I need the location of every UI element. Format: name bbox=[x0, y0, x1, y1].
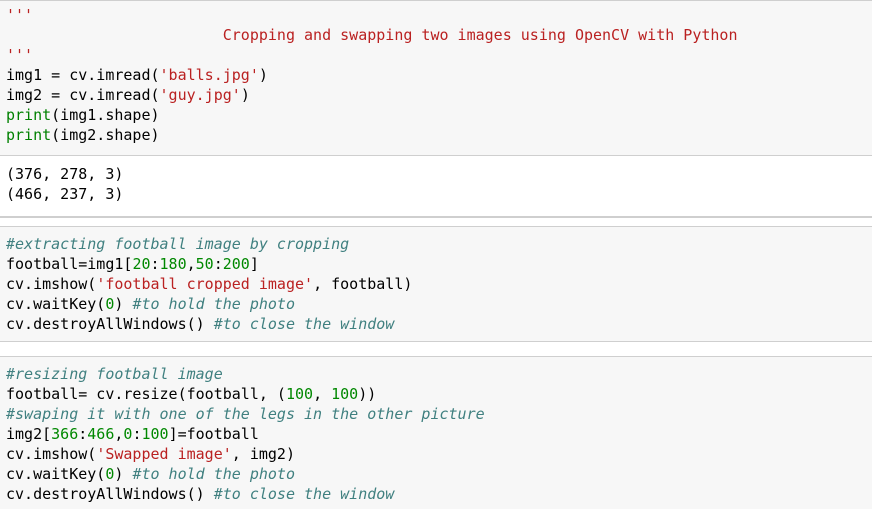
output-cell-1: (376, 278, 3) (466, 237, 3) bbox=[0, 158, 872, 214]
code-line: cv.waitKey(0) #to hold the photo bbox=[6, 465, 295, 483]
code-line: cv.imshow('football cropped image', foot… bbox=[6, 275, 413, 293]
notebook: ''' Cropping and swapping two images usi… bbox=[0, 0, 872, 509]
code-comment: #swaping it with one of the legs in the … bbox=[6, 405, 485, 423]
code-line: img1 = cv.imread('balls.jpg') bbox=[6, 66, 268, 84]
code-line: img2 = cv.imread('guy.jpg') bbox=[6, 86, 250, 104]
output-line: (466, 237, 3) bbox=[6, 185, 124, 203]
docstring-open: ''' bbox=[6, 6, 34, 24]
code-line: football=img1[20:180,50:200] bbox=[6, 255, 259, 273]
docstring-close: ''' bbox=[6, 46, 34, 64]
code-line: cv.destroyAllWindows() #to close the win… bbox=[6, 485, 395, 503]
cell-divider bbox=[0, 216, 872, 218]
code-line: cv.imshow('Swapped image', img2) bbox=[6, 445, 295, 463]
code-cell-3[interactable]: #resizing football image football= cv.re… bbox=[0, 356, 872, 509]
code-line: print(img2.shape) bbox=[6, 126, 160, 144]
code-cell-1[interactable]: ''' Cropping and swapping two images usi… bbox=[0, 0, 872, 156]
code-line: img2[366:466,0:100]=football bbox=[6, 425, 259, 443]
code-line: football= cv.resize(football, (100, 100)… bbox=[6, 385, 377, 403]
code-comment: #extracting football image by cropping bbox=[6, 235, 350, 253]
docstring-title: Cropping and swapping two images using O… bbox=[6, 26, 738, 44]
code-line: print(img1.shape) bbox=[6, 106, 160, 124]
code-line: cv.destroyAllWindows() #to close the win… bbox=[6, 315, 395, 333]
code-line: cv.waitKey(0) #to hold the photo bbox=[6, 295, 295, 313]
output-line: (376, 278, 3) bbox=[6, 165, 124, 183]
code-cell-2[interactable]: #extracting football image by cropping f… bbox=[0, 226, 872, 342]
code-comment: #resizing football image bbox=[6, 365, 223, 383]
